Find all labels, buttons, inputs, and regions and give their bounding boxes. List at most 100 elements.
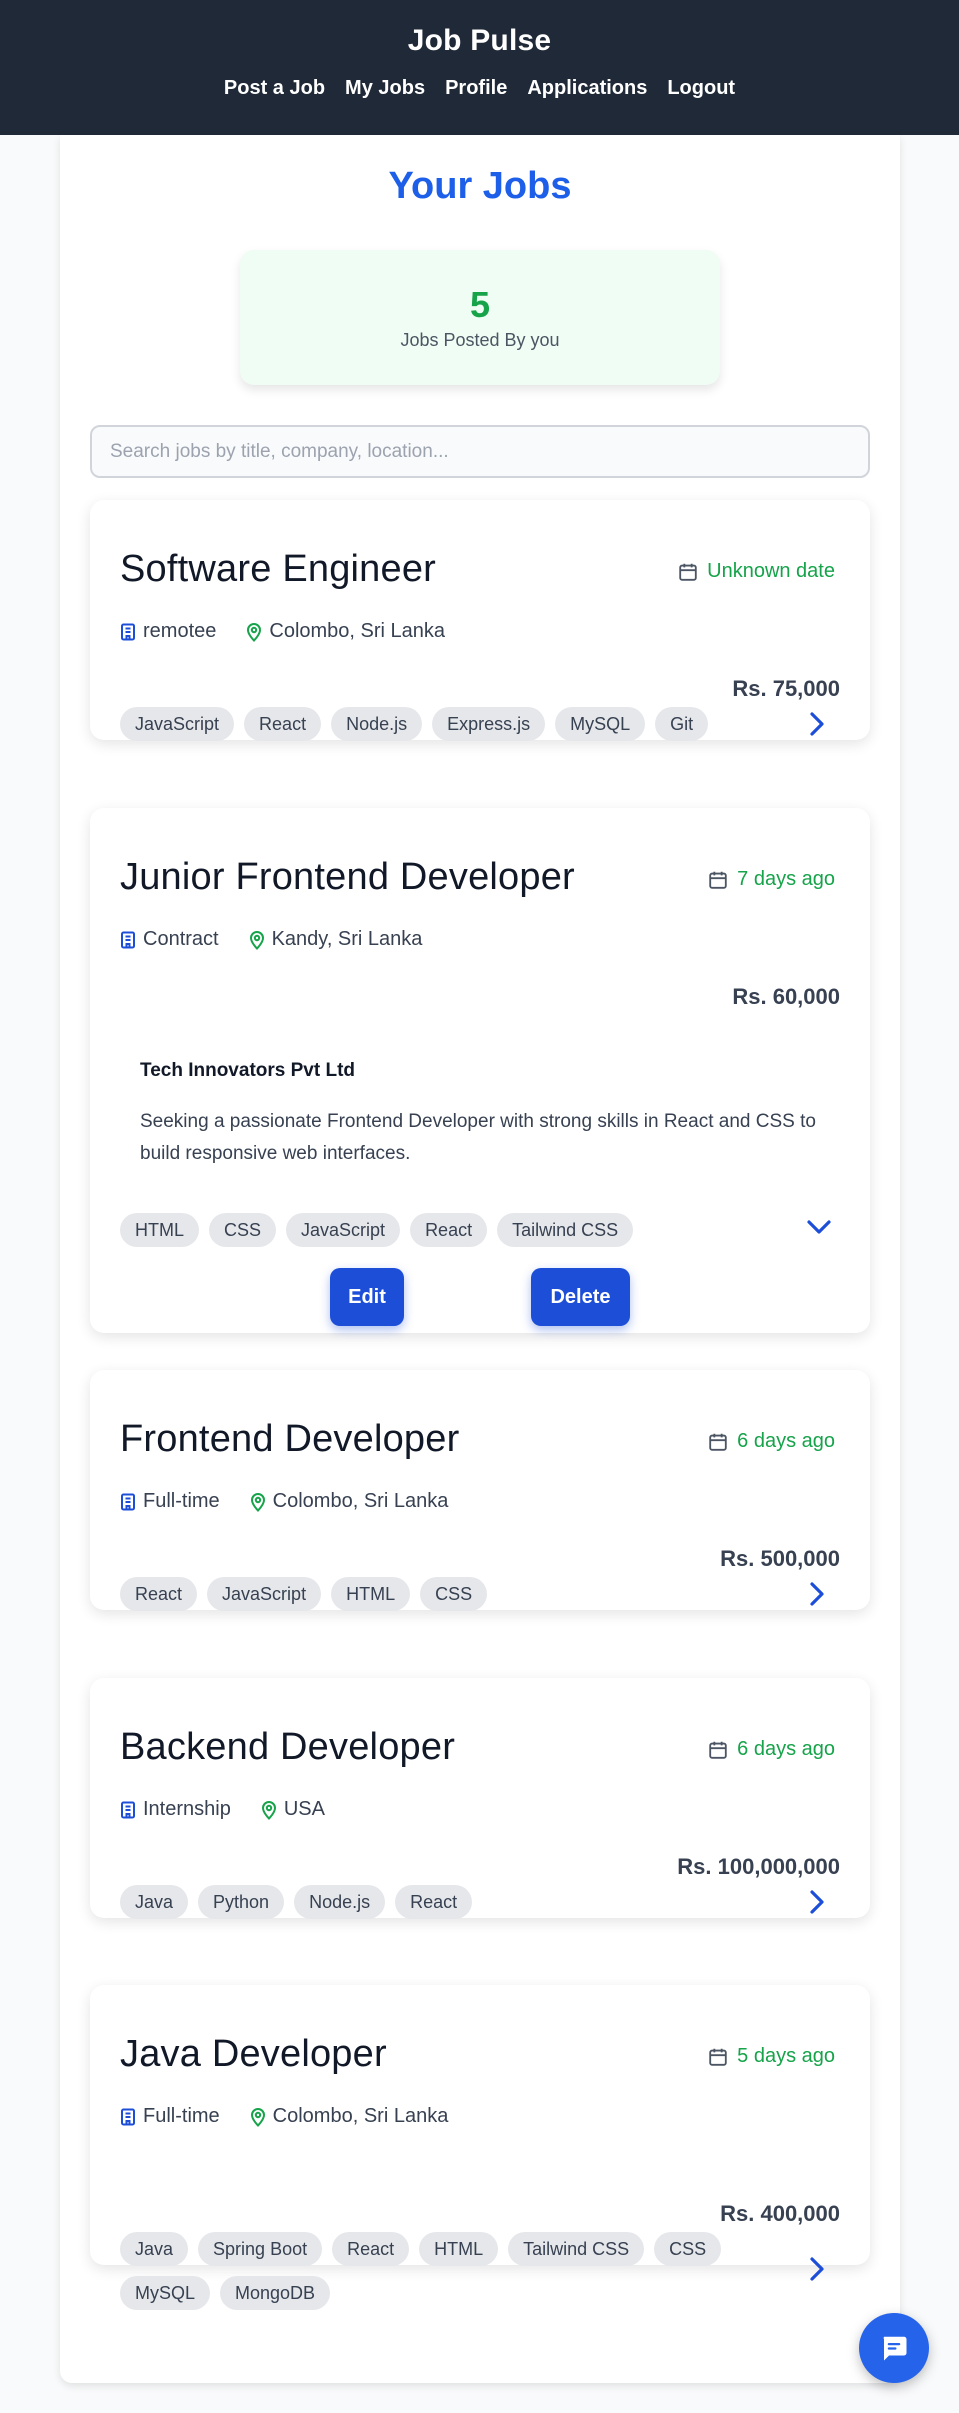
brand-title[interactable]: Job Pulse [408, 24, 552, 58]
posted-date: 6 days ago [707, 1430, 835, 1453]
map-pin-icon [246, 622, 262, 642]
job-salary: Rs. 60,000 [732, 984, 840, 1009]
chat-button[interactable] [859, 2313, 929, 2383]
chevron-down-icon [806, 1219, 832, 1235]
skill-tag: Java [120, 1885, 189, 1919]
top-navbar: Job Pulse Post a Job My Jobs Profile App… [0, 0, 959, 135]
collapse-toggle[interactable] [805, 1213, 833, 1241]
calendar-icon [707, 2046, 729, 2068]
posted-date: Unknown date [677, 560, 835, 583]
nav-my-jobs[interactable]: My Jobs [345, 77, 425, 100]
skill-tag: React [244, 707, 322, 741]
job-location: Colombo, Sri Lanka [272, 1490, 449, 1512]
job-type: remotee [143, 620, 217, 642]
skill-tag: Spring Boot [198, 2232, 323, 2266]
posted-date-text: 6 days ago [737, 1430, 835, 1452]
expand-toggle[interactable] [804, 1580, 830, 1608]
skill-tag: Git [655, 707, 709, 741]
job-description: Seeking a passionate Frontend Developer … [140, 1111, 816, 1164]
expand-toggle[interactable] [804, 2255, 830, 2283]
skill-tag: HTML [331, 1577, 411, 1611]
skill-tag: CSS [420, 1577, 488, 1611]
job-type: Full-time [143, 1490, 220, 1512]
expand-toggle[interactable] [804, 710, 830, 738]
nav-applications[interactable]: Applications [527, 77, 647, 100]
skill-tag: Java [120, 2232, 189, 2266]
search-input[interactable] [90, 425, 870, 478]
job-title[interactable]: Backend Developer [120, 1726, 455, 1769]
nav-logout[interactable]: Logout [667, 77, 735, 100]
skill-tag: Tailwind CSS [497, 1213, 634, 1247]
skill-tag: CSS [209, 1213, 277, 1247]
job-location: Colombo, Sri Lanka [272, 2105, 449, 2127]
skill-tag: Tailwind CSS [508, 2232, 645, 2266]
map-pin-icon [261, 1800, 277, 1820]
job-salary: Rs. 500,000 [720, 1546, 840, 1571]
skill-tag: React [395, 1885, 473, 1919]
nav-profile[interactable]: Profile [445, 77, 507, 100]
job-title[interactable]: Frontend Developer [120, 1418, 459, 1461]
job-card[interactable]: Software Engineer Unknown date remotee Colo… [90, 500, 870, 741]
skill-tag: HTML [120, 1213, 199, 1247]
job-type: Full-time [143, 2105, 220, 2127]
calendar-icon [707, 869, 729, 891]
jobs-count-label: Jobs Posted By you [400, 330, 560, 350]
nav-post-job[interactable]: Post a Job [224, 77, 325, 100]
job-card[interactable]: Frontend Developer 6 days ago Full-time Col… [90, 1370, 870, 1611]
skill-tag: Node.js [331, 707, 423, 741]
job-location: USA [283, 1798, 325, 1820]
building-icon [120, 931, 136, 949]
skill-tag: Express.js [432, 707, 546, 741]
calendar-icon [677, 561, 699, 583]
skill-tag: React [410, 1213, 488, 1247]
job-card[interactable]: Java Developer 5 days ago Full-time Colombo… [90, 1985, 870, 2310]
jobs-panel: Your Jobs 5 Jobs Posted By you Software … [60, 135, 900, 2383]
job-title[interactable]: Software Engineer [120, 548, 436, 591]
job-meta: remotee Colombo, Sri Lanka [120, 620, 475, 643]
job-card[interactable]: Junior Frontend Developer 7 days ago Contr… [90, 808, 870, 1333]
skill-tag: JavaScript [286, 1213, 401, 1247]
posted-date-text: 6 days ago [737, 1738, 835, 1760]
posted-date-text: 7 days ago [737, 868, 835, 890]
calendar-icon [707, 1739, 729, 1761]
jobs-count: 5 [469, 284, 491, 325]
chevron-right-icon [809, 1889, 825, 1915]
skill-tag: JavaScript [120, 707, 235, 741]
job-title[interactable]: Java Developer [120, 2033, 387, 2076]
company-name: Tech Innovators Pvt Ltd [140, 1060, 356, 1081]
jobs-count-card: 5 Jobs Posted By you [240, 250, 720, 385]
skill-tags: Java Spring Boot React HTML Tailwind CSS CSS M… [120, 2232, 800, 2310]
main-nav: Post a Job My Jobs Profile Applications … [224, 77, 735, 100]
skill-tag: MySQL [555, 707, 646, 741]
job-location: Kandy, Sri Lanka [271, 928, 423, 950]
skill-tags: HTML CSS JavaScript React Tailwind CSS [120, 1213, 800, 1247]
skill-tag: HTML [419, 2232, 499, 2266]
skill-tag: Node.js [294, 1885, 386, 1919]
job-type: Internship [143, 1798, 231, 1820]
posted-date: 7 days ago [707, 868, 835, 891]
job-card[interactable]: Backend Developer 6 days ago Internship USA… [90, 1678, 870, 1919]
job-meta: Contract Kandy, Sri Lanka [120, 928, 452, 951]
skill-tags: JavaScript React Node.js Express.js MySQL Git [120, 707, 800, 741]
skill-tag: CSS [654, 2232, 722, 2266]
job-type: Contract [143, 928, 219, 950]
job-meta: Full-time Colombo, Sri Lanka [120, 1490, 478, 1513]
map-pin-icon [250, 1492, 266, 1512]
posted-date: 6 days ago [707, 1738, 835, 1761]
edit-button[interactable]: Edit [330, 1268, 404, 1326]
building-icon [120, 623, 136, 641]
map-pin-icon [249, 930, 265, 950]
job-meta: Full-time Colombo, Sri Lanka [120, 2105, 478, 2128]
chevron-right-icon [809, 711, 825, 737]
delete-button[interactable]: Delete [531, 1268, 630, 1326]
building-icon [120, 2108, 136, 2126]
job-salary: Rs. 400,000 [720, 2201, 840, 2226]
job-salary: Rs. 75,000 [732, 676, 840, 701]
map-pin-icon [250, 2107, 266, 2127]
chevron-right-icon [809, 2256, 825, 2282]
skill-tag: React [120, 1577, 198, 1611]
skill-tags: React JavaScript HTML CSS [120, 1577, 800, 1611]
job-title[interactable]: Junior Frontend Developer [120, 856, 575, 899]
skill-tag: MySQL [120, 2276, 211, 2310]
expand-toggle[interactable] [804, 1888, 830, 1916]
